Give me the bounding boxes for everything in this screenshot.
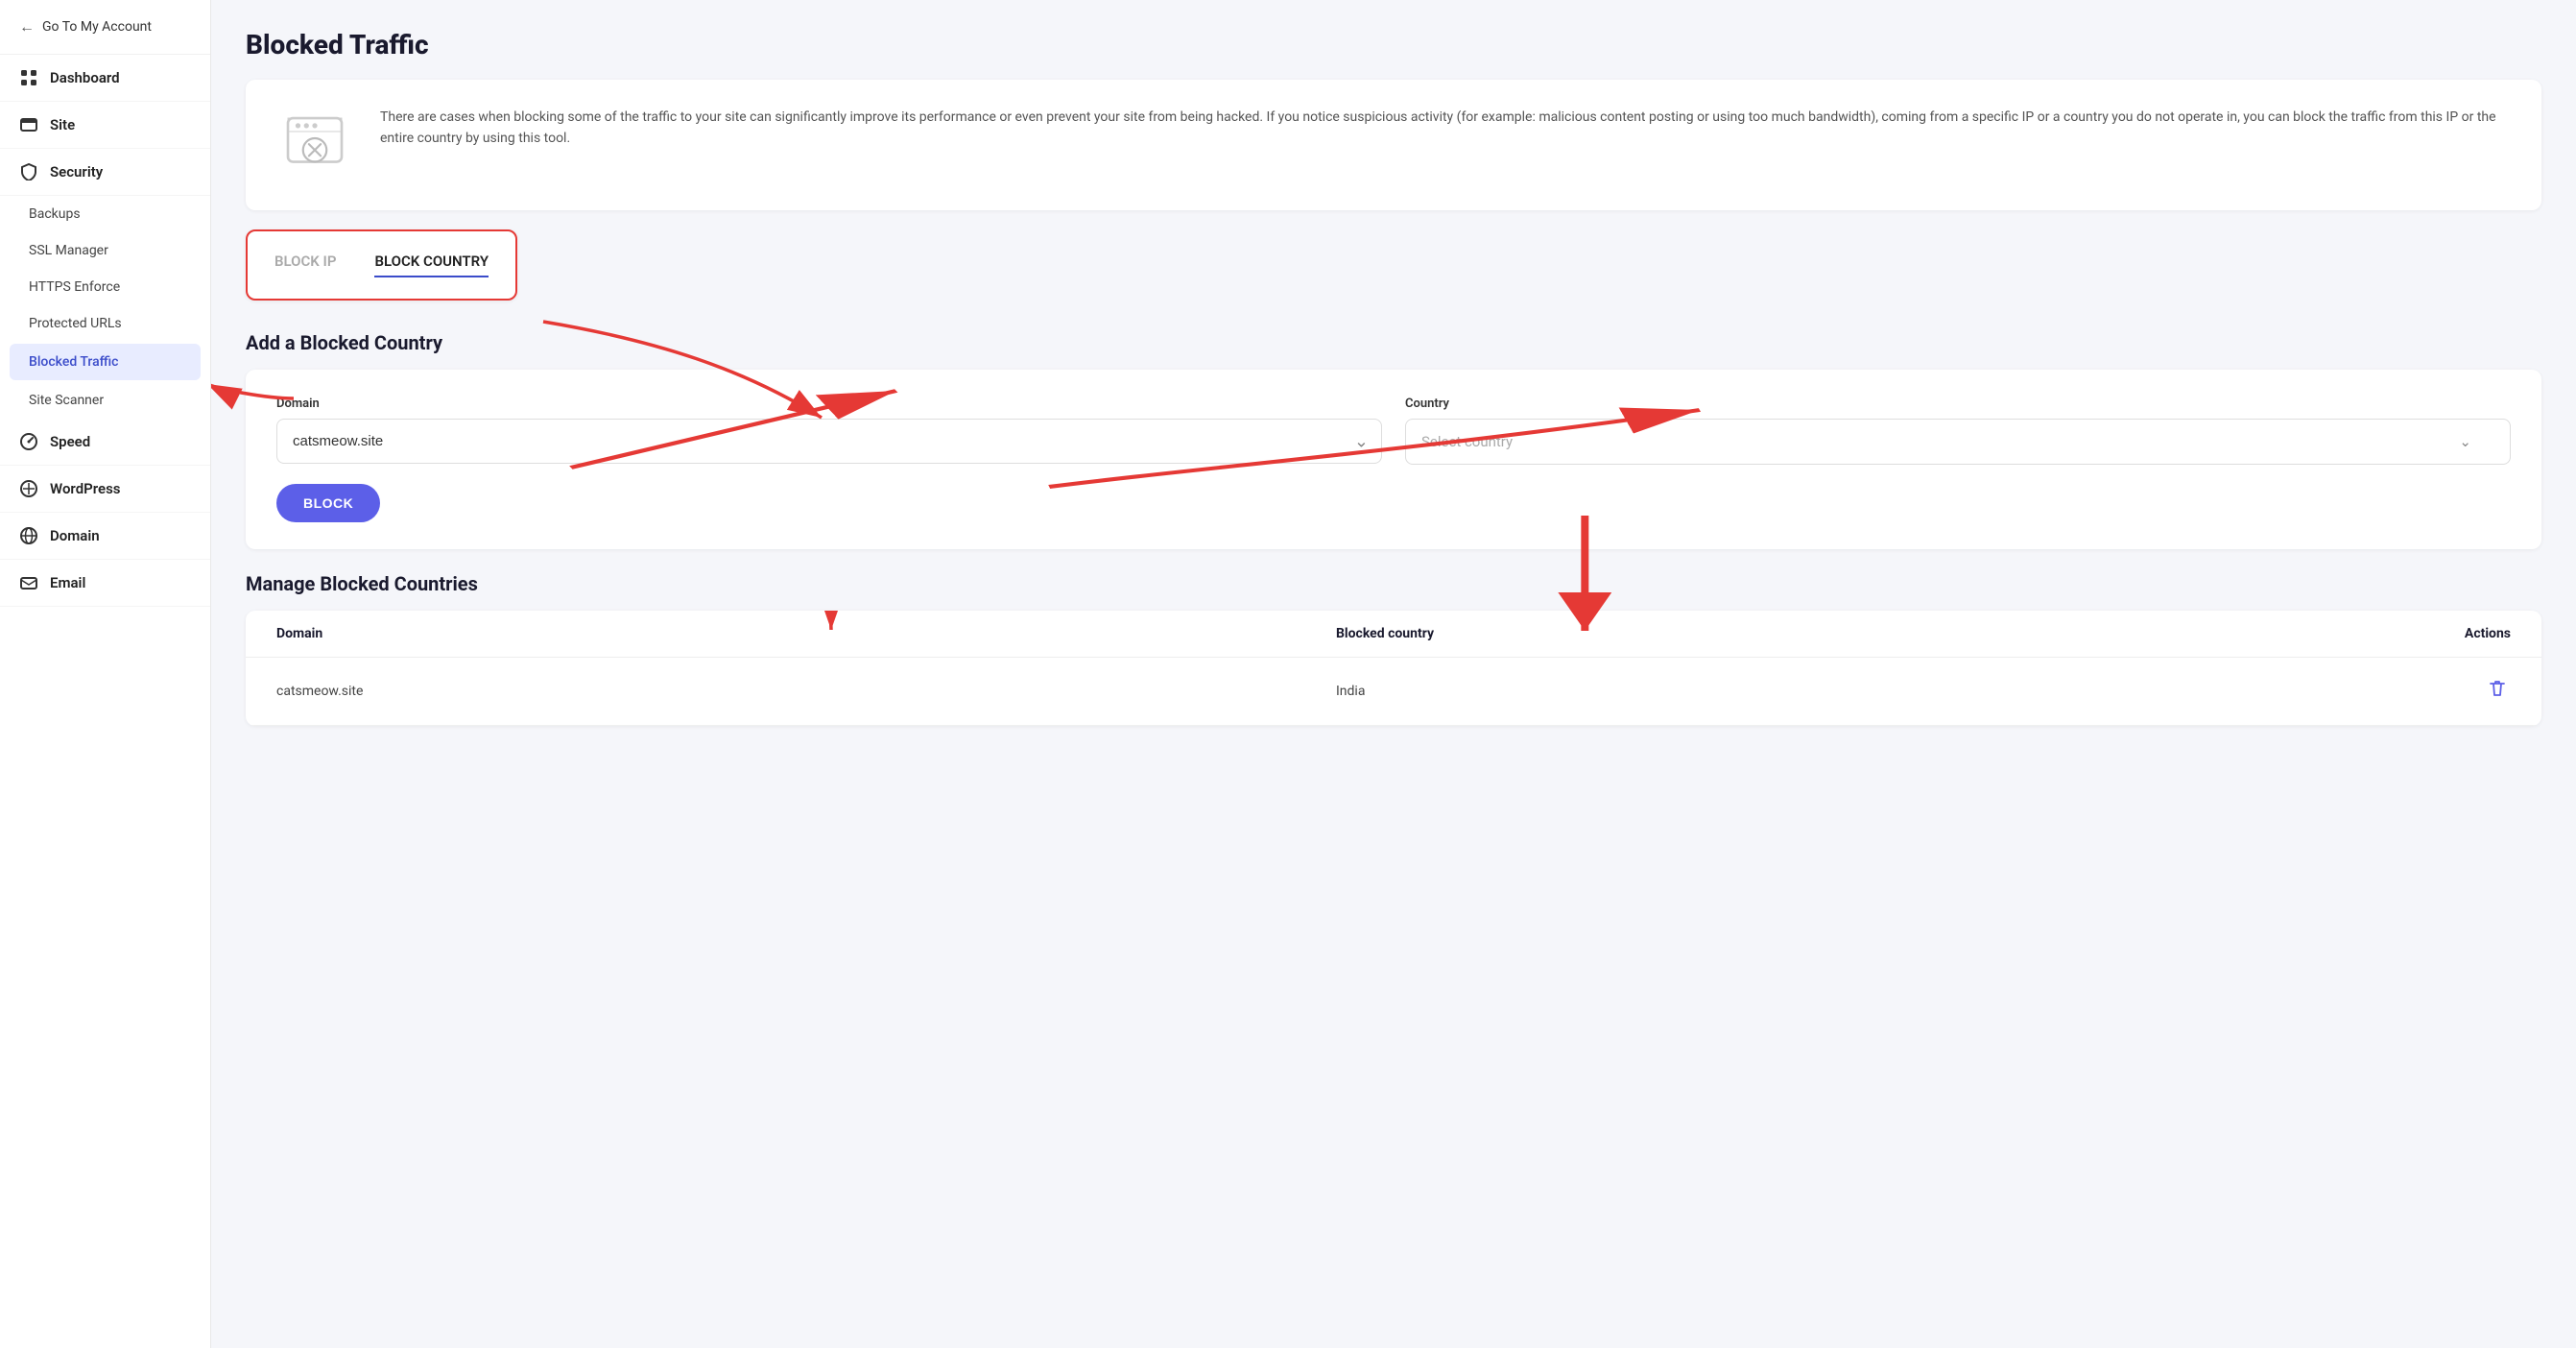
- sidebar: ← Go To My Account Dashboard Site Securi…: [0, 0, 211, 1348]
- domain-select[interactable]: catsmeow.site: [276, 419, 1382, 464]
- sidebar-item-dashboard[interactable]: Dashboard: [0, 55, 210, 102]
- domain-label: Domain: [276, 397, 1382, 411]
- page-title: Blocked Traffic: [246, 29, 2541, 60]
- dashboard-label: Dashboard: [50, 69, 120, 86]
- tab-block-ip[interactable]: BLOCK IP: [274, 253, 336, 277]
- sidebar-item-speed[interactable]: Speed: [0, 419, 210, 466]
- domain-select-wrap: catsmeow.site ⌄: [276, 419, 1382, 464]
- sidebar-item-protected-urls[interactable]: Protected URLs: [0, 305, 210, 342]
- sidebar-item-https[interactable]: HTTPS Enforce: [0, 269, 210, 305]
- back-label: Go To My Account: [42, 19, 152, 35]
- security-label: Security: [50, 163, 103, 181]
- sidebar-item-blocked-traffic[interactable]: Blocked Traffic: [10, 344, 201, 380]
- domain-group: Domain catsmeow.site ⌄: [276, 397, 1382, 465]
- country-select-wrap[interactable]: Select country ⌄: [1405, 419, 2511, 465]
- sidebar-item-domain[interactable]: Domain: [0, 513, 210, 560]
- sidebar-item-ssl[interactable]: SSL Manager: [0, 232, 210, 269]
- speed-icon: [19, 432, 38, 451]
- sidebar-item-backups[interactable]: Backups: [0, 196, 210, 232]
- protected-urls-label: Protected URLs: [29, 316, 122, 331]
- blocked-traffic-label: Blocked Traffic: [29, 354, 119, 370]
- country-select[interactable]: Select country ⌄: [1405, 419, 2511, 465]
- manage-blocked-countries-title: Manage Blocked Countries: [246, 572, 2541, 595]
- site-scanner-label: Site Scanner: [29, 393, 104, 408]
- back-link[interactable]: ← Go To My Account: [0, 0, 210, 55]
- back-arrow-icon: ←: [19, 17, 35, 36]
- site-label: Site: [50, 116, 75, 133]
- block-button[interactable]: BLOCK: [276, 484, 380, 522]
- site-icon: [19, 115, 38, 134]
- ssl-label: SSL Manager: [29, 243, 108, 258]
- blocked-countries-table: Domain Blocked country Actions catsmeow.…: [246, 611, 2541, 726]
- sidebar-item-security[interactable]: Security: [0, 149, 210, 196]
- add-country-form-card: Domain catsmeow.site ⌄ Country Select co…: [246, 370, 2541, 549]
- sidebar-item-email[interactable]: Email: [0, 560, 210, 607]
- add-blocked-country-title: Add a Blocked Country: [246, 331, 2541, 354]
- dashboard-icon: [19, 68, 38, 87]
- row-country: India: [1336, 684, 2396, 699]
- email-label: Email: [50, 574, 85, 591]
- sidebar-item-wordpress[interactable]: WordPress: [0, 466, 210, 513]
- main-content: Blocked Traffic There are cases when blo…: [211, 0, 2576, 1348]
- https-label: HTTPS Enforce: [29, 279, 120, 295]
- info-text: There are cases when blocking some of th…: [380, 107, 2511, 150]
- sidebar-item-site[interactable]: Site: [0, 102, 210, 149]
- blocked-traffic-icon: [281, 111, 348, 179]
- info-card: There are cases when blocking some of th…: [246, 80, 2541, 210]
- email-icon: [19, 573, 38, 592]
- wordpress-icon: [19, 479, 38, 498]
- row-actions: [2396, 675, 2511, 708]
- delete-button[interactable]: [2484, 675, 2511, 708]
- country-placeholder: Select country: [1421, 433, 1513, 450]
- domain-label: Domain: [50, 527, 100, 544]
- security-icon: [19, 162, 38, 181]
- table-row: catsmeow.site India: [246, 658, 2541, 726]
- wordpress-label: WordPress: [50, 480, 121, 497]
- col-header-actions: Actions: [2396, 626, 2511, 641]
- sidebar-item-site-scanner[interactable]: Site Scanner: [0, 382, 210, 419]
- col-header-domain: Domain: [276, 626, 1336, 641]
- form-row: Domain catsmeow.site ⌄ Country Select co…: [276, 397, 2511, 465]
- table-header: Domain Blocked country Actions: [246, 611, 2541, 658]
- country-chevron-icon: ⌄: [2459, 433, 2471, 450]
- backups-label: Backups: [29, 206, 81, 222]
- tab-block-country[interactable]: BLOCK COUNTRY: [374, 253, 489, 277]
- domain-icon: [19, 526, 38, 545]
- speed-label: Speed: [50, 433, 90, 450]
- blocked-traffic-icon-wrap: [276, 107, 353, 183]
- tabs-row: BLOCK IP BLOCK COUNTRY: [274, 253, 489, 277]
- col-header-blocked-country: Blocked country: [1336, 626, 2396, 641]
- country-group: Country Select country ⌄: [1405, 397, 2511, 465]
- trash-icon: [2488, 679, 2507, 698]
- row-domain: catsmeow.site: [276, 684, 1336, 699]
- tabs-card: BLOCK IP BLOCK COUNTRY: [246, 229, 517, 301]
- country-label: Country: [1405, 397, 2511, 411]
